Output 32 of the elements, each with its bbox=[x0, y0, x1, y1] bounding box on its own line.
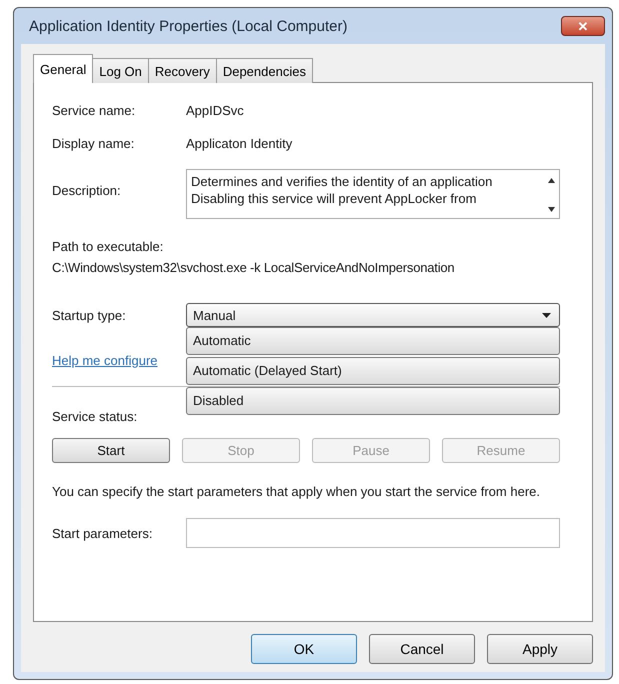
start-parameters-field[interactable] bbox=[186, 518, 560, 548]
path-label: Path to executable: bbox=[52, 239, 164, 254]
dialog-button[interactable]: Cancel bbox=[369, 634, 475, 664]
description-line: Determines and verifies the identity of an application bbox=[191, 173, 494, 190]
field-label: Display name: bbox=[52, 136, 136, 151]
scroll-down-icon[interactable] bbox=[548, 207, 554, 212]
tab[interactable]: Dependencies bbox=[216, 58, 313, 83]
dialog-button[interactable]: OK bbox=[251, 634, 357, 664]
dropdown-option[interactable]: Disabled bbox=[186, 387, 560, 415]
dropdown-option[interactable]: Automatic (Delayed Start) bbox=[186, 357, 560, 385]
field-label: Description: bbox=[52, 183, 122, 198]
description-box[interactable]: Determines and verifies the identity of an application Disabling this service will prevent AppLocker from bbox=[186, 169, 560, 219]
path-value: C:\Windows\system32\svchost.exe -k LocalServiceAndNoImpersonation bbox=[52, 260, 456, 275]
startup-type-label: Startup type: bbox=[52, 308, 127, 322]
start-parameters-note: You can specify the start parameters that apply when you start the service from here. bbox=[52, 483, 541, 500]
tab[interactable]: Log On bbox=[92, 58, 149, 83]
help-link[interactable]: Help me configure bbox=[52, 353, 158, 368]
startup-type-dropdown[interactable]: Manual bbox=[186, 303, 560, 327]
field-value: AppIDSvc bbox=[186, 103, 244, 118]
scroll-up-icon[interactable] bbox=[548, 178, 554, 183]
service-status-label: Service status: bbox=[52, 409, 138, 424]
dialog-button[interactable]: Apply bbox=[487, 634, 593, 664]
field-value: Applicaton Identity bbox=[186, 136, 292, 151]
tab[interactable]: Recovery bbox=[148, 58, 217, 83]
window-title: Application Identity Properties (Local Computer) bbox=[29, 18, 348, 34]
tab[interactable]: General bbox=[33, 54, 94, 83]
dropdown-arrow-icon bbox=[542, 312, 551, 318]
start-parameters-label: Start parameters: bbox=[52, 526, 154, 540]
dropdown-option[interactable]: Automatic bbox=[186, 327, 560, 355]
service-button[interactable]: Start bbox=[52, 438, 170, 463]
field-label: Service name: bbox=[52, 103, 136, 118]
description-line: Disabling this service will prevent AppLocker from bbox=[191, 190, 478, 207]
